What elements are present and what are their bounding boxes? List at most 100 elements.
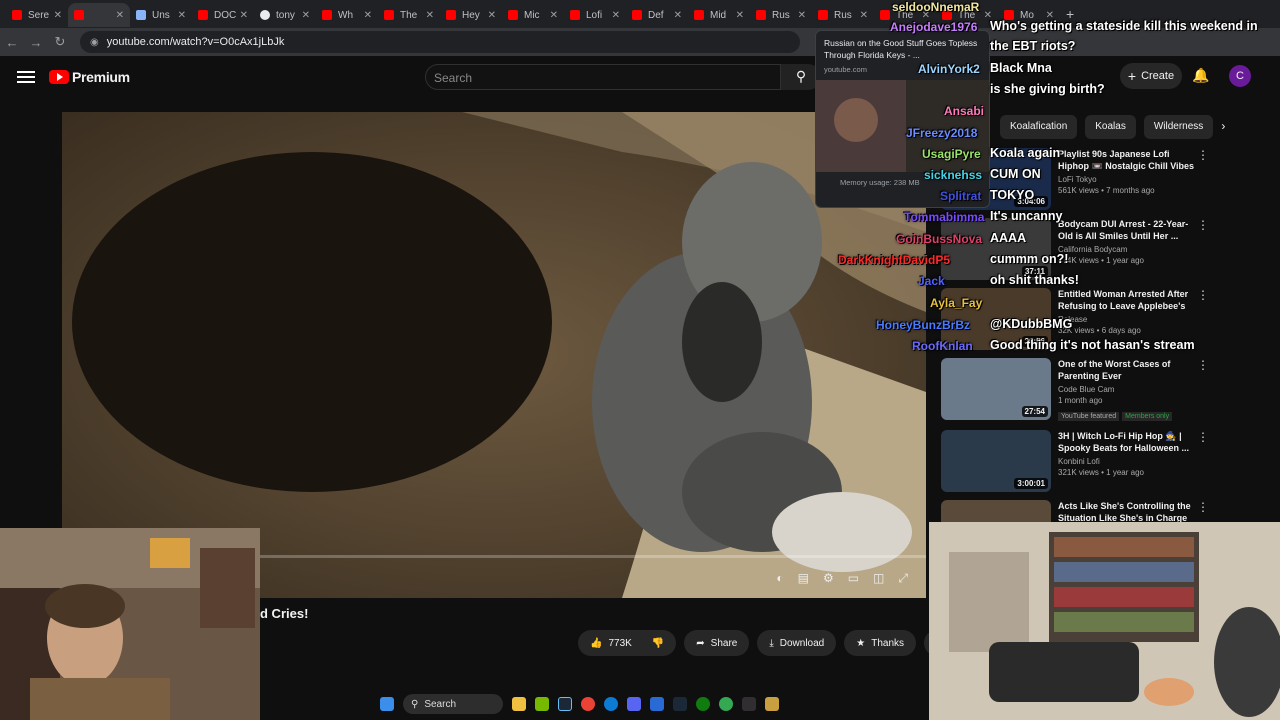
browser-tab[interactable]: ✕ <box>68 3 130 27</box>
tab-close-icon[interactable]: ✕ <box>178 10 186 21</box>
windows-start-icon[interactable] <box>380 697 394 711</box>
chrome-icon-2[interactable] <box>719 697 733 711</box>
notifications-bell-icon[interactable]: 🔔 <box>1192 67 1209 84</box>
logo-text: Premium <box>72 69 130 85</box>
channel-name[interactable]: California Bodycam <box>1058 245 1200 254</box>
tab-close-icon[interactable]: ✕ <box>674 10 682 21</box>
channel-name[interactable]: Code Blue Cam <box>1058 385 1200 394</box>
tab-close-icon[interactable]: ✕ <box>798 10 806 21</box>
captions-icon[interactable]: ▤ <box>798 571 809 586</box>
autoplay-toggle-icon[interactable]: ◐ <box>776 571 783 586</box>
tab-close-icon[interactable]: ✕ <box>302 10 310 21</box>
tab-close-icon[interactable]: ✕ <box>860 10 868 21</box>
site-info-icon[interactable]: ◉ <box>90 37 99 48</box>
tab-close-icon[interactable]: ✕ <box>426 10 434 21</box>
back-icon[interactable]: ← <box>0 35 24 50</box>
account-avatar[interactable]: C <box>1229 65 1251 87</box>
browser-tab[interactable]: The ✕ <box>378 3 440 27</box>
chat-message: Good thing it's not hasan's stream <box>990 338 1195 352</box>
steam-icon[interactable] <box>558 697 572 711</box>
more-options-icon[interactable]: ⋮ <box>1197 358 1209 372</box>
steam-icon-2[interactable] <box>673 697 687 711</box>
channel-name[interactable]: Release <box>1058 315 1200 324</box>
share-icon: ➦ <box>696 637 705 649</box>
taskbar-search[interactable]: ⚲ Search <box>403 694 503 714</box>
settings-gear-icon[interactable]: ⚙ <box>823 571 834 586</box>
more-options-icon[interactable]: ⋮ <box>1197 500 1209 514</box>
forward-icon[interactable]: → <box>24 35 48 50</box>
like-button[interactable]: 👍 773K 👎 <box>578 630 677 656</box>
edge-icon[interactable] <box>604 697 618 711</box>
video-title[interactable]: 3H | Witch Lo-Fi Hip Hop 🧙 | Spooky Beat… <box>1058 430 1200 454</box>
browser-tab[interactable]: Hey ✕ <box>440 3 502 27</box>
filter-chip[interactable]: Wilderness <box>1143 115 1214 139</box>
video-title[interactable]: Entitled Woman Arrested After Refusing t… <box>1058 288 1200 312</box>
tab-label: Uns <box>152 9 170 21</box>
tab-close-icon[interactable]: ✕ <box>612 10 620 21</box>
download-button[interactable]: ⤓ Download <box>757 630 837 656</box>
nvidia-icon[interactable] <box>535 697 549 711</box>
video-player[interactable]: ◐ ▤ ⚙ ▭ ◫ ⤢ <box>62 112 926 598</box>
video-thumbnail[interactable]: 27:54 <box>941 358 1051 420</box>
address-bar[interactable]: ◉ youtube.com/watch?v=O0cAx1jLbJk <box>80 31 800 53</box>
fullscreen-icon[interactable]: ⤢ <box>898 571 908 586</box>
channel-name[interactable]: Konbini Lofi <box>1058 457 1200 466</box>
tab-close-icon[interactable]: ✕ <box>54 10 62 21</box>
tab-close-icon[interactable]: ✕ <box>116 10 124 21</box>
browser-tab[interactable]: Def ✕ <box>626 3 688 27</box>
video-thumbnail[interactable]: 37:11 <box>941 218 1051 280</box>
search-input[interactable]: Search <box>425 64 781 90</box>
browser-tab[interactable]: tony ✕ <box>254 3 316 27</box>
browser-tab[interactable]: Rus ✕ <box>750 3 812 27</box>
tab-close-icon[interactable]: ✕ <box>364 10 372 21</box>
browser-tab[interactable]: Wh ✕ <box>316 3 378 27</box>
more-options-icon[interactable]: ⋮ <box>1197 430 1209 444</box>
tab-close-icon[interactable]: ✕ <box>736 10 744 21</box>
browser-tab[interactable]: Mic ✕ <box>502 3 564 27</box>
filter-chip[interactable]: Koalas <box>1085 115 1136 139</box>
video-thumbnail[interactable]: 3:00:01 <box>941 430 1051 492</box>
reload-icon[interactable]: ↻ <box>48 34 72 50</box>
video-title[interactable]: Acts Like She's Controlling the Situatio… <box>1058 500 1200 524</box>
chat-username: Tommabimma <box>904 210 985 224</box>
recommendation-item[interactable]: 37:11 Bodycam DUI Arrest - 22-Year-Old is… <box>941 218 1211 280</box>
browser-tab[interactable]: Lofi ✕ <box>564 3 626 27</box>
cast-icon[interactable]: ◫ <box>873 571 884 586</box>
menu-icon[interactable] <box>17 68 35 86</box>
chrome-icon[interactable] <box>581 697 595 711</box>
thanks-button[interactable]: ★ Thanks <box>844 630 917 656</box>
more-options-icon[interactable]: ⋮ <box>1197 218 1209 232</box>
filter-chip[interactable]: Koalafication <box>1000 115 1078 139</box>
tab-label: tony <box>276 9 295 21</box>
tab-favicon-icon <box>260 10 270 20</box>
theater-mode-icon[interactable]: ▭ <box>848 571 859 586</box>
more-options-icon[interactable]: ⋮ <box>1197 288 1209 302</box>
more-options-icon[interactable]: ⋮ <box>1197 148 1209 162</box>
video-title[interactable]: Playlist 90s Japanese Lofi Hiphop 📼 Nost… <box>1058 148 1200 172</box>
video-title[interactable]: One of the Worst Cases of Parenting Ever <box>1058 358 1200 382</box>
recommendation-item[interactable]: 27:54 One of the Worst Cases of Parenting… <box>941 358 1211 423</box>
file-explorer-icon[interactable] <box>512 697 526 711</box>
recommendation-item[interactable]: 3:00:01 3H | Witch Lo-Fi Hip Hop 🧙 | Spoo… <box>941 430 1211 492</box>
share-button[interactable]: ➦ Share <box>684 630 750 656</box>
download-label: Download <box>779 637 825 649</box>
browser-tab[interactable]: Uns ✕ <box>130 3 192 27</box>
xbox-icon[interactable] <box>696 697 710 711</box>
obs-icon[interactable] <box>742 697 756 711</box>
app-icon[interactable] <box>650 697 664 711</box>
dislike-icon[interactable]: 👎 <box>652 638 664 649</box>
browser-tab[interactable]: DOC ✕ <box>192 3 254 27</box>
wacom-icon[interactable] <box>765 697 779 711</box>
create-button[interactable]: + Create <box>1120 63 1182 89</box>
youtube-logo[interactable]: Premium <box>49 69 130 85</box>
tab-close-icon[interactable]: ✕ <box>240 10 248 21</box>
browser-tab[interactable]: Mid ✕ <box>688 3 750 27</box>
browser-tab[interactable]: Sere ✕ <box>6 3 68 27</box>
video-title[interactable]: Bodycam DUI Arrest - 22-Year-Old is All … <box>1058 218 1200 242</box>
browser-tab[interactable]: Rus ✕ <box>812 3 874 27</box>
chevron-right-icon[interactable]: › <box>1221 115 1225 139</box>
channel-name[interactable]: LoFi Tokyo <box>1058 175 1200 184</box>
tab-close-icon[interactable]: ✕ <box>550 10 558 21</box>
discord-icon[interactable] <box>627 697 641 711</box>
tab-close-icon[interactable]: ✕ <box>488 10 496 21</box>
